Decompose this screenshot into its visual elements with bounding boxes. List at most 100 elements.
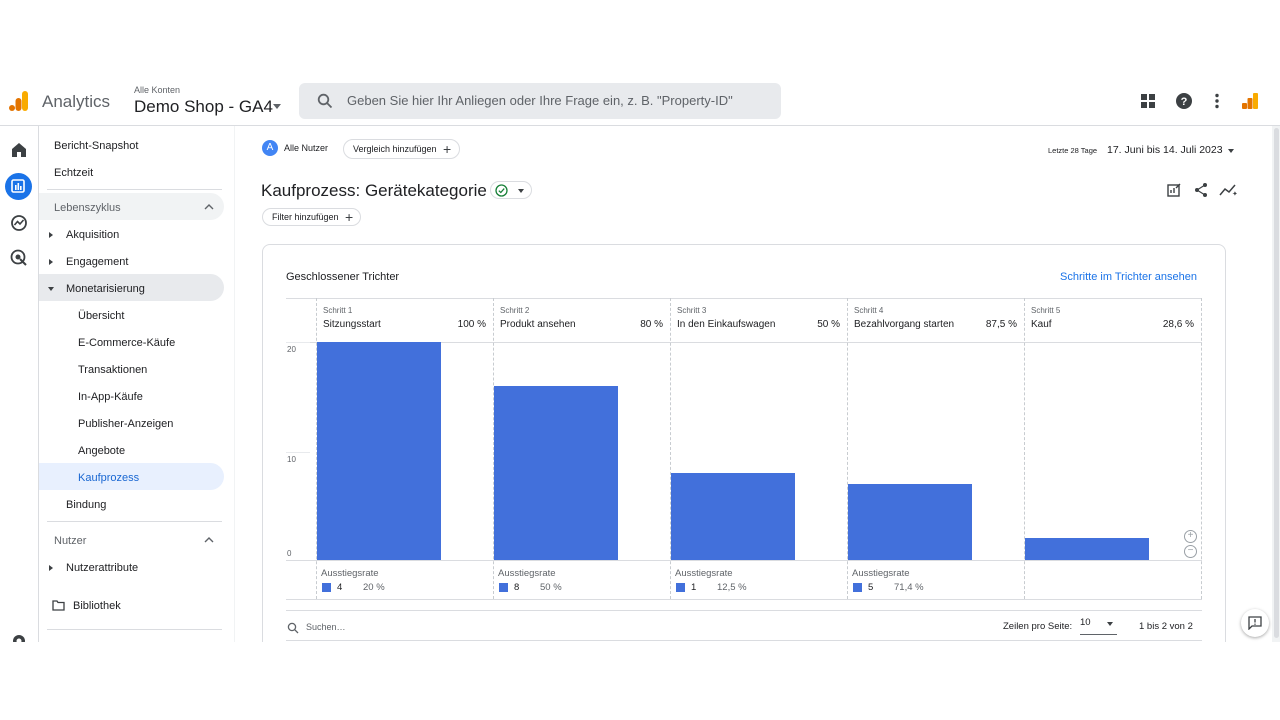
legend-swatch (499, 583, 508, 592)
advertising-icon[interactable] (9, 248, 29, 268)
feedback-icon (1248, 616, 1262, 630)
chevron-down-icon[interactable] (1228, 149, 1234, 153)
dropoff-rate-3: 12,5 % (717, 582, 747, 593)
sidebar-section-lifecycle[interactable]: Lebenszyklus (54, 202, 121, 214)
plus-icon: + (345, 209, 354, 225)
sidebar-divider (47, 521, 222, 522)
chevron-down-icon (1107, 622, 1113, 626)
view-funnel-steps-link[interactable]: Schritte im Trichter ansehen (1060, 271, 1197, 283)
sidebar-divider (47, 629, 222, 630)
funnel-bar-1[interactable] (317, 342, 441, 560)
funnel-bar-5[interactable] (1025, 538, 1149, 560)
step-1-label: Schritt 1 (323, 306, 353, 315)
step-2-label: Schritt 2 (500, 306, 530, 315)
date-range-label: Letzte 28 Tage (1048, 146, 1098, 155)
folder-icon (52, 600, 65, 611)
step-2-name: Produkt ansehen (500, 319, 576, 330)
sidebar-item-retention[interactable]: Bindung (66, 499, 106, 511)
analytics-logo-icon[interactable] (8, 90, 30, 112)
funnel-bar-4[interactable] (848, 483, 972, 560)
expand-arrow-icon[interactable] (49, 565, 53, 571)
chevron-up-icon[interactable] (204, 537, 214, 543)
feedback-button[interactable] (1241, 609, 1269, 637)
table-divider (286, 610, 1202, 611)
sidebar-divider (47, 189, 222, 190)
card-title: Geschlossener Trichter (286, 271, 400, 283)
add-comparison-button[interactable]: Vergleich hinzufügen + (343, 139, 460, 159)
rows-per-page-select[interactable]: 10 (1080, 616, 1117, 635)
rows-per-page-label: Zeilen pro Seite: (1003, 621, 1073, 632)
explore-icon[interactable] (9, 213, 29, 233)
sidebar-item-publisher-ads[interactable]: Publisher-Anzeigen (78, 418, 173, 430)
analytics-account-icon[interactable] (1241, 92, 1259, 110)
y-tick-0: 0 (287, 549, 292, 558)
account-label[interactable]: Alle Konten (134, 85, 180, 95)
page-title: Kaufprozess: Gerätekategorie (261, 181, 487, 200)
chart-border-right (1201, 298, 1202, 599)
step-3-name: In den Einkaufswagen (677, 319, 776, 330)
home-icon[interactable] (9, 140, 29, 160)
expand-arrow-icon[interactable] (49, 232, 53, 238)
dropoff-label: Ausstiegsrate (321, 568, 379, 579)
legend-swatch (322, 583, 331, 592)
expand-arrow-icon[interactable] (49, 259, 53, 265)
chevron-down-icon[interactable] (273, 104, 281, 109)
sidebar-item-monetization[interactable]: Monetarisierung (66, 283, 145, 295)
customize-report-icon[interactable] (1166, 182, 1182, 198)
search-input[interactable]: Geben Sie hier Ihr Anliegen oder Ihre Fr… (299, 83, 781, 119)
sidebar-item-offers[interactable]: Angebote (78, 445, 125, 457)
property-selector[interactable]: Demo Shop - GA4 (134, 97, 273, 117)
share-icon[interactable] (1193, 182, 1209, 198)
funnel-chart: 20 10 0 Schritt 1 Sitzungsstart 100 % Sc… (286, 298, 1202, 600)
insights-icon[interactable]: ✦ (1219, 182, 1237, 198)
dropoff-rate-2: 50 % (540, 582, 562, 593)
segment-avatar: A (262, 140, 278, 156)
funnel-bar-3[interactable] (671, 472, 795, 560)
gridline-20 (286, 342, 310, 343)
table-divider (286, 640, 1202, 641)
segment-chip[interactable]: Alle Nutzer (284, 143, 328, 153)
sidebar-item-library[interactable]: Bibliothek (73, 600, 121, 612)
sidebar-item-snapshot[interactable]: Bericht-Snapshot (54, 140, 138, 152)
help-icon[interactable]: ? (1175, 92, 1193, 110)
sidebar-section-user[interactable]: Nutzer (54, 535, 86, 547)
zoom-in-icon[interactable]: + (1184, 530, 1197, 543)
step-5-name: Kauf (1031, 319, 1052, 330)
sidebar-item-user-attributes[interactable]: Nutzerattribute (66, 562, 138, 574)
sidebar-item-engagement[interactable]: Engagement (66, 256, 128, 268)
settings-icon[interactable] (9, 631, 29, 642)
status-selector[interactable] (490, 181, 532, 199)
sidebar-item-transactions[interactable]: Transaktionen (78, 364, 147, 376)
sidebar-item-purchase-journey[interactable]: Kaufprozess (78, 472, 139, 484)
dropoff-count-4: 5 (868, 582, 874, 593)
funnel-bar-2[interactable] (494, 385, 618, 560)
add-filter-label: Filter hinzufügen (272, 212, 339, 222)
reports-icon[interactable] (8, 176, 28, 196)
report-main: A Alle Nutzer Vergleich hinzufügen + Let… (235, 126, 1280, 642)
funnel-card: Geschlossener Trichter Schritte im Trich… (262, 244, 1226, 642)
collapse-arrow-icon[interactable] (48, 287, 54, 291)
add-filter-button[interactable]: Filter hinzufügen + (262, 208, 361, 226)
zoom-out-icon[interactable]: − (1184, 545, 1197, 558)
sidebar-item-acquisition[interactable]: Akquisition (66, 229, 119, 241)
dropoff-rate-1: 20 % (363, 582, 385, 593)
dropoff-label: Ausstiegsrate (675, 568, 733, 579)
step-5-label: Schritt 5 (1031, 306, 1061, 315)
date-range-selector[interactable]: 17. Juni bis 14. Juli 2023 (1107, 144, 1223, 156)
add-comparison-label: Vergleich hinzufügen (353, 144, 437, 154)
table-search-input[interactable]: Suchen… (306, 622, 346, 632)
step-1-rate: 100 % (457, 319, 486, 330)
chart-baseline (286, 560, 1202, 561)
y-tick-20: 20 (287, 345, 296, 354)
apps-grid-icon[interactable] (1139, 92, 1157, 110)
scrollbar-thumb[interactable] (1274, 128, 1279, 638)
analytics-app: Analytics Alle Konten Demo Shop - GA4 Ge… (0, 82, 1280, 642)
more-vert-icon[interactable] (1208, 92, 1226, 110)
dropoff-label: Ausstiegsrate (852, 568, 910, 579)
sidebar-item-ecommerce[interactable]: E-Commerce-Käufe (78, 337, 175, 349)
sidebar-item-inapp[interactable]: In-App-Käufe (78, 391, 143, 403)
chevron-up-icon[interactable] (204, 204, 214, 210)
sidebar-item-overview[interactable]: Übersicht (78, 310, 124, 322)
sidebar-item-realtime[interactable]: Echtzeit (54, 167, 93, 179)
legend-swatch (853, 583, 862, 592)
